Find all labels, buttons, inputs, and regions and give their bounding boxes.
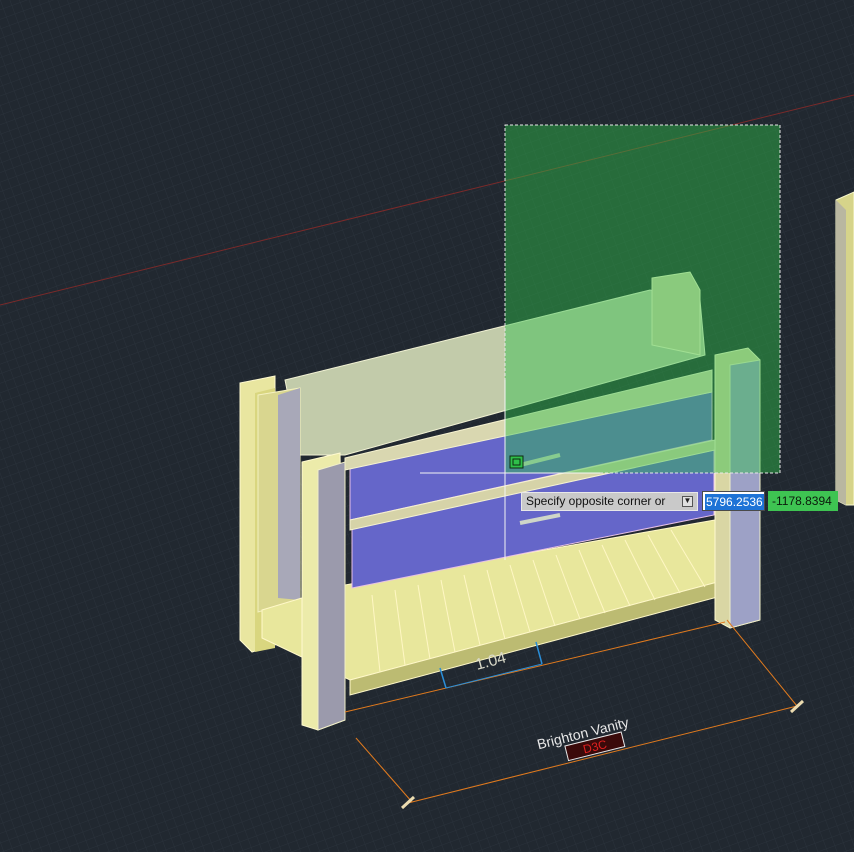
y-coordinate-input[interactable]: -1178.8394 [768, 491, 838, 511]
down-arrow-icon[interactable]: ▼ [682, 496, 693, 507]
snap-marker-icon [509, 455, 524, 469]
y-coordinate-value: -1178.8394 [772, 494, 832, 508]
command-prompt-tooltip: Specify opposite corner or ▼ [521, 492, 698, 511]
adjacent-object [835, 191, 854, 506]
model-space: 1.04 Brighton Vanity D3C [0, 0, 854, 852]
x-coordinate-input[interactable]: 5796.2536 [702, 491, 765, 511]
drawing-canvas[interactable]: 1.04 Brighton Vanity D3C Specify opposit… [0, 0, 854, 852]
x-coordinate-value: 5796.2536 [705, 494, 764, 510]
command-prompt-text: Specify opposite corner or [526, 494, 666, 508]
selection-window[interactable] [504, 124, 781, 474]
